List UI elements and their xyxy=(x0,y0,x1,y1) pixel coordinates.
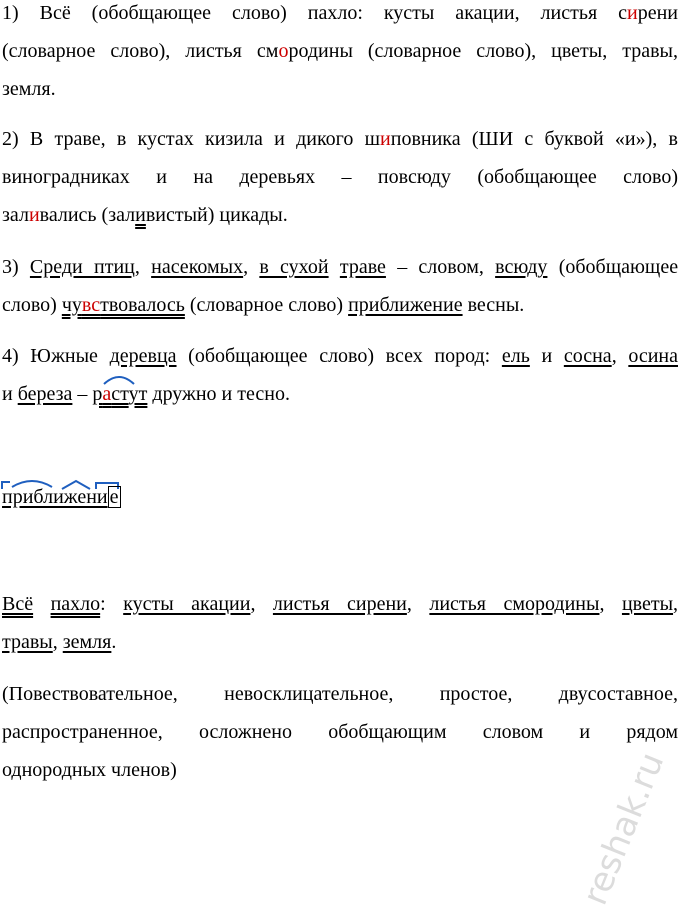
word-predicate: пахло xyxy=(50,593,101,615)
word-adverbial: насекомых xyxy=(151,256,244,278)
word-subject: сосна xyxy=(563,345,612,367)
analysis-desc-3: однородных членов) xyxy=(2,759,177,781)
item-3-line-1: 3) Среди птиц, насекомых, в сухой траве … xyxy=(2,256,679,278)
highlight-letter: и xyxy=(28,204,40,226)
item-2-line-2: виноградниках и на деревьях – повсюду (о… xyxy=(2,166,678,188)
word-subject: осина xyxy=(628,345,678,367)
word-subject: ель xyxy=(501,345,530,367)
word-adverbial: траве xyxy=(339,256,386,278)
word-adverbial: в сухой xyxy=(259,256,329,278)
item-1-line-3: земля. xyxy=(2,78,56,100)
morpheme-word: приближени е xyxy=(2,486,121,508)
highlight-letter: о xyxy=(278,40,289,62)
analysis-line-2: травы, земля. xyxy=(2,631,117,653)
word-adverbial: Среди птиц xyxy=(29,256,135,278)
root-arc-icon xyxy=(103,376,135,385)
word-subject-generalizing: Всё xyxy=(2,593,34,615)
item-2-line-3: заливались (заливистый) цикады. xyxy=(2,204,288,226)
word-subject: приближение xyxy=(348,294,463,316)
analysis-desc-1: (Повествовательное, невосклицательное, п… xyxy=(2,683,678,705)
word-predicate: растут xyxy=(92,383,148,405)
highlight-letter: и xyxy=(380,128,391,150)
emphasis-letter: и xyxy=(135,204,146,226)
item-3-line-2: слово) чувствовалось (словарное слово) п… xyxy=(2,294,525,316)
item-4-line-1: 4) Южные деревца (обобщающее слово) всех… xyxy=(2,345,678,367)
item-2-line-1: 2) В траве, в кустах кизила и дикого шип… xyxy=(2,128,679,150)
analysis-desc-2: распространенное, осложнено обобщающим с… xyxy=(2,721,678,743)
ending-box: е xyxy=(107,486,121,508)
item-1-line-2: (словарное слово), листья смородины (сло… xyxy=(2,40,678,62)
highlight-letter: и xyxy=(627,2,638,24)
item-1-line-1: 1) Всё (обобщающее слово) пахло: кусты а… xyxy=(2,2,678,24)
word-subject: береза xyxy=(17,383,73,405)
word-predicate: чувствовалось xyxy=(61,294,185,316)
word-generalizing: всюду xyxy=(495,256,548,278)
word-generalizing: деревца xyxy=(109,345,177,367)
analysis-line-1: Всё пахло: кусты акации, листья сирени, … xyxy=(2,593,679,615)
